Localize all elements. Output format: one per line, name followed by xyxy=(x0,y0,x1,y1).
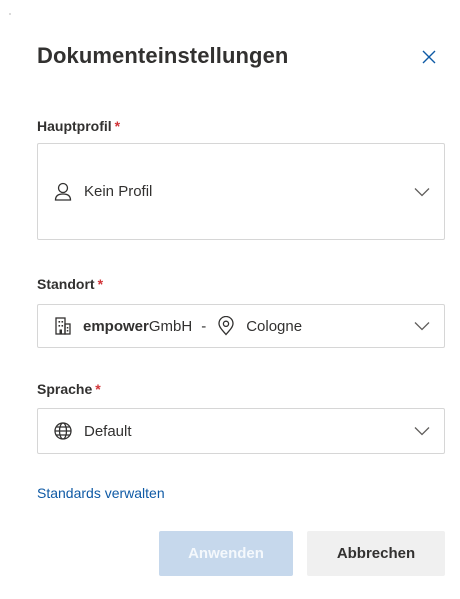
company-name-bold: empower xyxy=(83,317,149,335)
main-profile-select[interactable]: Kein Profil xyxy=(37,143,445,240)
company-name-rest: GmbH xyxy=(148,317,193,335)
chevron-down-icon xyxy=(414,426,430,436)
company-name: empowerGmbH xyxy=(83,318,192,335)
close-icon xyxy=(422,50,436,64)
location-label: Standort * xyxy=(37,276,103,292)
language-label-text: Sprache xyxy=(37,381,93,397)
main-profile-label-text: Hauptprofil xyxy=(37,118,112,134)
cancel-button[interactable]: Abbrechen xyxy=(307,531,445,576)
location-select[interactable]: empowerGmbH - Cologne xyxy=(37,304,445,348)
location-separator: - xyxy=(201,317,207,335)
location-pin-icon xyxy=(215,316,237,336)
location-label-text: Standort xyxy=(37,276,95,292)
chevron-down-icon xyxy=(414,187,430,197)
required-marker: * xyxy=(95,381,101,397)
language-select[interactable]: Default xyxy=(37,408,445,454)
apply-button[interactable]: Anwenden xyxy=(159,531,293,576)
chevron-down-icon xyxy=(414,321,430,331)
main-profile-value: Kein Profil xyxy=(84,183,153,200)
city-name: Cologne xyxy=(246,317,303,335)
required-marker: * xyxy=(114,118,121,134)
close-button[interactable] xyxy=(418,46,440,68)
user-icon xyxy=(52,182,74,202)
manage-defaults-link[interactable]: Standards verwalten xyxy=(37,485,165,501)
language-value: Default xyxy=(84,422,132,440)
required-marker: * xyxy=(97,276,104,292)
main-profile-label: Hauptprofil * xyxy=(37,118,120,134)
language-label: Sprache * xyxy=(37,381,101,397)
decorative-dot xyxy=(9,13,11,15)
building-icon xyxy=(52,316,74,336)
panel-title: Dokumenteinstellungen xyxy=(37,43,289,68)
globe-icon xyxy=(52,421,74,441)
